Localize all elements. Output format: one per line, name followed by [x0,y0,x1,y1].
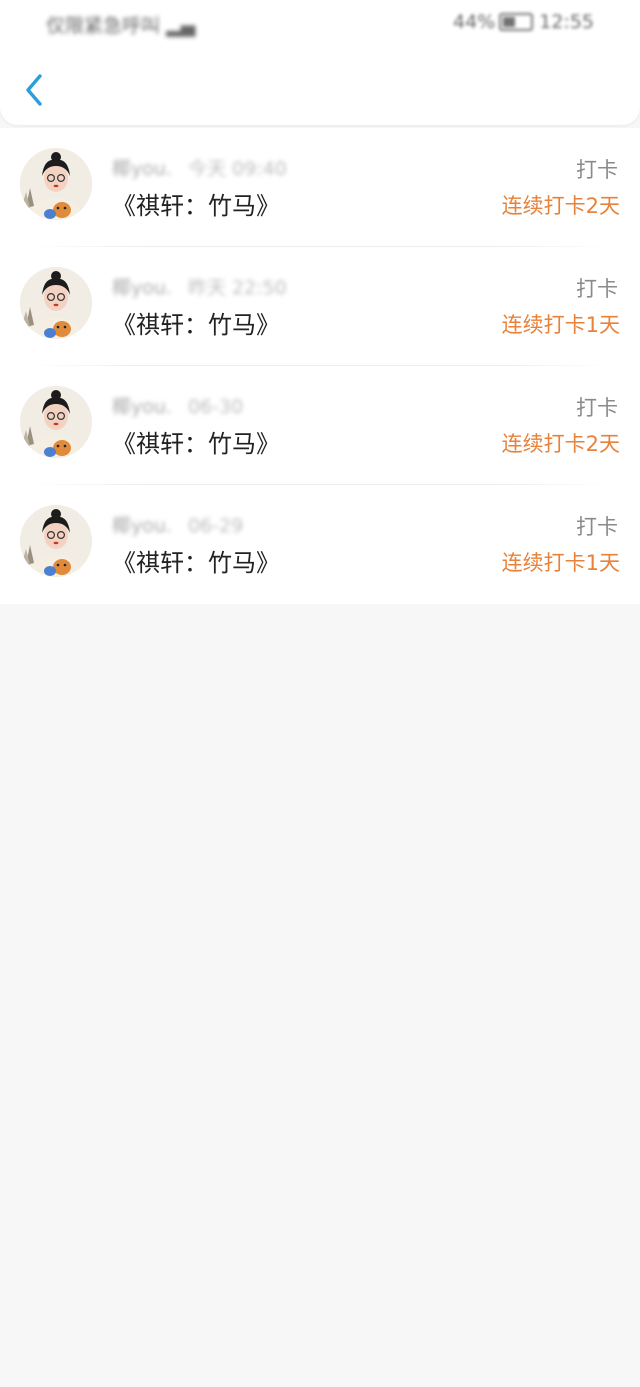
streak-label: 连续打卡2天 [501,194,620,218]
post-meta: 椰you. 今天 09:40 [112,154,287,181]
checkin-tag: 打卡 [576,277,618,301]
book-title: 《祺轩：竹马》 [112,311,280,339]
system-status: 44% 12:55 [453,11,594,33]
checkin-tag: 打卡 [576,515,618,539]
status-bar: 仅限紧急呼叫 ▂▄ 44% 12:55 [0,0,640,46]
username: 椰you. [112,396,172,418]
header: 仅限紧急呼叫 ▂▄ 44% 12:55 [0,0,640,125]
clock: 12:55 [539,11,594,33]
book-title: 《祺轩：竹马》 [112,430,280,458]
list-item[interactable]: 椰you. 昨天 22:50 《祺轩：竹马》 打卡 连续打卡1天 [0,247,640,366]
list-item[interactable]: 椰you. 06-29 《祺轩：竹马》 打卡 连续打卡1天 [0,485,640,604]
carrier-text: 仅限紧急呼叫 [46,15,161,37]
username: 椰you. [112,277,172,299]
username: 椰you. [112,158,172,180]
post-time: 今天 09:40 [187,158,287,180]
battery-percent: 44% [453,11,496,33]
avatar[interactable] [20,386,92,458]
username: 椰you. [112,515,172,537]
avatar[interactable] [20,505,92,577]
streak-label: 连续打卡1天 [501,313,620,337]
checkin-tag: 打卡 [576,396,618,420]
list-item[interactable]: 椰you. 今天 09:40 《祺轩：竹马》 打卡 连续打卡2天 [0,128,640,247]
post-time: 昨天 22:50 [187,277,287,299]
signal-icon: ▂▄ [166,15,196,37]
checkin-list: 椰you. 今天 09:40 《祺轩：竹马》 打卡 连续打卡2天 椰you. 昨… [0,128,640,604]
avatar[interactable] [20,267,92,339]
post-time: 06-29 [187,515,244,537]
chevron-left-icon [26,74,42,106]
post-meta: 椰you. 昨天 22:50 [112,273,287,300]
carrier-status: 仅限紧急呼叫 ▂▄ [46,11,195,38]
streak-label: 连续打卡1天 [501,551,620,575]
post-time: 06-30 [187,396,244,418]
book-title: 《祺轩：竹马》 [112,192,280,220]
avatar[interactable] [20,148,92,220]
checkin-tag: 打卡 [576,158,618,182]
list-item[interactable]: 椰you. 06-30 《祺轩：竹马》 打卡 连续打卡2天 [0,366,640,485]
streak-label: 连续打卡2天 [501,432,620,456]
book-title: 《祺轩：竹马》 [112,549,280,577]
battery-icon [499,13,534,31]
back-button[interactable] [20,70,56,110]
post-meta: 椰you. 06-29 [112,511,243,538]
post-meta: 椰you. 06-30 [112,392,243,419]
